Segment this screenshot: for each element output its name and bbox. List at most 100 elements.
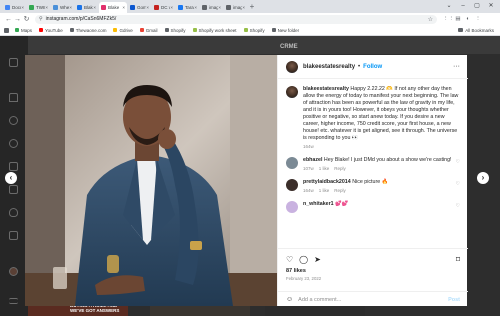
url-omnibox[interactable]: ⚲ instagram.com/p/CaSn6MFZk5/ ☆ [35,14,437,24]
author-avatar[interactable] [286,60,298,73]
like-heart-icon[interactable]: ♡ [286,255,293,264]
bookmark-item[interactable]: Gdrive [113,28,133,33]
caption-username[interactable]: blakeestatesrealty [303,86,349,92]
tab-close-icon[interactable]: × [69,5,72,10]
author-avatar[interactable] [286,86,298,98]
forward-button[interactable]: → [13,16,22,23]
commenter-avatar[interactable] [286,179,298,191]
commenter-avatar[interactable] [286,157,298,169]
tab-close-icon[interactable]: × [21,5,24,10]
browser-tab[interactable]: Docu × [3,2,26,13]
profile-icon[interactable]: ◐ [463,16,473,23]
commenter-username[interactable]: prettylaidback2014 [303,179,351,185]
tab-label: TWII [36,5,46,10]
comment-bubble-icon[interactable]: ◯ [299,255,308,264]
post-date: February 23, 2022 [286,276,322,281]
apps-grid-icon[interactable] [4,27,9,33]
previous-post-button[interactable]: ‹ [5,172,17,184]
bookmark-item[interactable]: Gmail [139,28,158,33]
site-info-icon[interactable]: ⚲ [39,16,43,22]
close-window-button[interactable]: ✕ [484,1,498,11]
messages-icon[interactable] [9,185,18,194]
likes-count[interactable]: 87 likes [286,268,460,274]
bookmark-item[interactable]: New folder [271,28,299,33]
comments-list[interactable]: blakeestatesrealty Happy 2.22.22 🫶 If no… [278,80,468,248]
bookmark-item[interactable]: Maps [15,28,32,33]
save-bookmark-icon[interactable]: ⌑ [456,255,460,264]
bookmark-label: Thewaone.com [75,27,107,33]
browser-tab[interactable]: DC v × [152,2,175,13]
tab-label: Blake [108,5,120,10]
comment-like-heart-icon[interactable]: ♡ [456,203,460,213]
all-bookmarks-button[interactable]: All Bookmarks [458,28,494,33]
browser-tab[interactable]: imag × [200,2,223,13]
explore-icon[interactable] [9,139,18,148]
comment-reply[interactable]: Reply [334,166,346,171]
follow-button[interactable]: Follow [363,64,382,70]
browser-tab[interactable]: Gom × [128,2,151,13]
comment-text: ebhazel Hey Blake! I just DMd you about … [303,157,452,164]
tab-close-icon[interactable]: × [93,5,96,10]
extensions-puzzle-icon[interactable]: ⋮⋮ [443,16,454,23]
comment-like-heart-icon[interactable]: ♡ [456,181,460,193]
comment-reply[interactable]: Reply [334,188,346,193]
maximize-button[interactable]: ▢ [470,1,484,11]
more-options-icon[interactable]: ··· [453,63,460,70]
tab-close-icon[interactable]: × [194,5,197,10]
commenter-username[interactable]: n_whitaker1 [303,201,334,207]
bookmark-item[interactable]: Shopify [243,28,265,33]
url-text[interactable]: instagram.com/p/CaSn6MFZk5/ [46,16,117,22]
post-comment-button[interactable]: Post [448,297,460,303]
bookmark-item[interactable]: Thewaone.com [69,27,107,33]
browser-tab[interactable]: Blakı × [75,2,98,13]
back-button[interactable]: ← [4,16,13,23]
bookmark-favicon-icon [192,28,197,32]
browser-tab[interactable]: Wher× [51,2,74,13]
browser-tab[interactable]: Blake × [99,2,127,13]
notifications-icon[interactable] [9,208,18,217]
search-icon[interactable] [9,116,18,125]
comment-like-heart-icon[interactable]: ♡ [456,159,460,171]
profile-avatar-icon[interactable] [9,267,18,276]
browser-tab[interactable]: TWII × [27,2,50,13]
emoji-smile-icon[interactable]: ☺ [286,296,293,303]
comment-input[interactable] [298,296,449,303]
bookmark-item[interactable]: YouTube [39,28,63,33]
minimize-button[interactable]: – [456,1,470,11]
tab-favicon-icon [202,5,207,10]
bookmarks-bar: Maps YouTube Thewaone.com Gdrive Gmail Shopif… [0,25,500,36]
tab-search-button[interactable]: ⌄ [442,1,456,11]
reload-button[interactable]: ↻ [22,15,31,23]
comment-likes[interactable]: 1 like [319,188,330,193]
tab-close-icon[interactable]: × [242,5,245,10]
side-panel-icon[interactable]: ▤ [453,16,463,23]
tab-close-icon[interactable]: × [146,5,149,10]
browser-tab[interactable]: Taraı × [176,2,199,13]
post-photo[interactable] [25,55,277,306]
instagram-logo-icon[interactable] [9,58,18,67]
bookmark-item[interactable]: Shopify [164,27,186,33]
bookmark-item[interactable]: Shopify work sheet [192,28,237,33]
tab-close-icon[interactable]: × [170,5,173,10]
home-icon[interactable] [9,93,18,102]
browser-menu-icon[interactable]: ⋮ [473,16,483,23]
reels-icon[interactable] [9,162,18,171]
browser-tab[interactable]: imag × [224,2,247,13]
comment-text: n_whitaker1 💕💕 [303,201,452,208]
create-icon[interactable] [9,231,18,240]
new-tab-button[interactable]: + [248,2,256,13]
bookmark-label: Shopify [170,27,186,33]
bookmark-label: YouTube [45,27,63,33]
more-menu-icon[interactable] [9,298,18,304]
tab-close-icon[interactable]: × [45,5,48,10]
share-send-icon[interactable]: ➤ [314,255,321,264]
commenter-username[interactable]: ebhazel [303,157,322,163]
comment-likes[interactable]: 1 like [319,166,330,171]
tab-close-icon[interactable]: × [218,5,221,10]
next-post-button[interactable]: › [477,172,489,184]
commenter-avatar[interactable] [286,201,298,213]
tab-label: Docu [12,5,22,10]
tab-close-icon[interactable]: × [122,5,125,10]
bookmark-star-icon[interactable]: ☆ [428,16,433,23]
author-username[interactable]: blakeestatesrealty [303,64,355,70]
